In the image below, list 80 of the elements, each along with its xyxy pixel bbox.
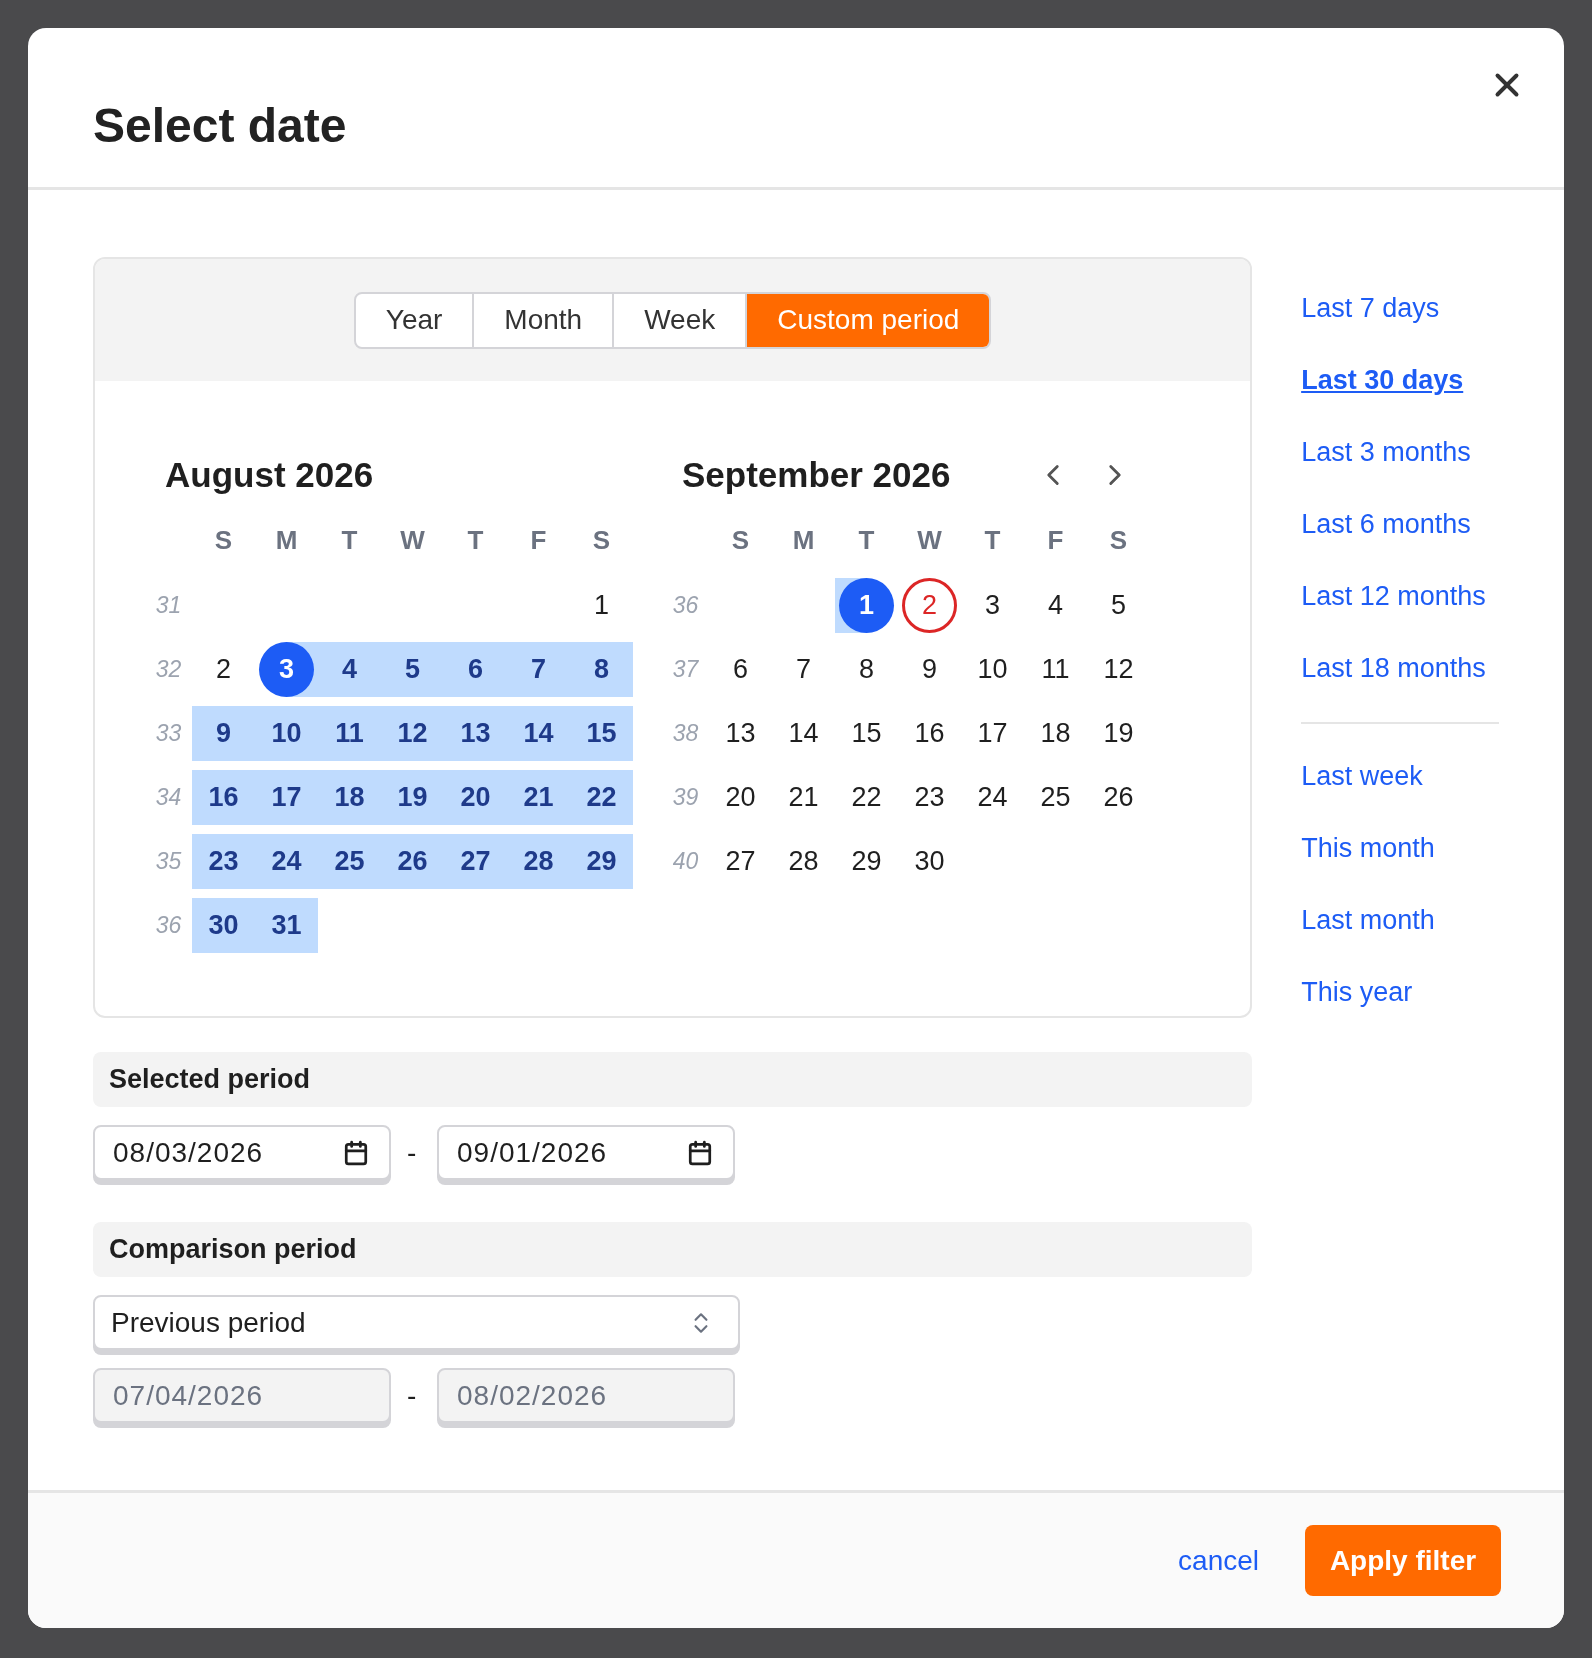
calendar-day[interactable]: 27 — [713, 833, 768, 889]
calendar-day[interactable]: 22 — [839, 769, 894, 825]
calendar-day[interactable]: 15 — [839, 705, 894, 761]
weekday-label: M — [275, 523, 298, 557]
calendar-day[interactable]: 4 — [1028, 577, 1083, 633]
weekday-label: T — [341, 523, 358, 557]
range-separator: - — [407, 1135, 418, 1170]
month-title: August 2026 — [165, 453, 374, 496]
range-separator: - — [407, 1378, 418, 1413]
week-number: 33 — [155, 718, 182, 748]
calendar-day[interactable]: 13 — [713, 705, 768, 761]
weekday-label: S — [731, 523, 750, 557]
weekday-label: F — [530, 523, 547, 557]
calendar-day[interactable]: 28 — [776, 833, 831, 889]
calendar-day[interactable]: 2 — [902, 577, 957, 633]
calendar-day[interactable]: 12 — [1091, 641, 1146, 697]
calendar-day[interactable]: 2 — [196, 641, 251, 697]
cancel-link[interactable]: cancel — [1178, 1539, 1259, 1582]
calendar-day[interactable]: 29 — [839, 833, 894, 889]
week-number: 38 — [672, 718, 699, 748]
calendar-day[interactable]: 14 — [776, 705, 831, 761]
calendar-day[interactable]: 21 — [776, 769, 831, 825]
calendar-day[interactable]: 8 — [839, 641, 894, 697]
preset-link[interactable]: Last week — [1301, 755, 1423, 797]
preset-link[interactable]: This month — [1301, 827, 1435, 869]
calendar-day[interactable]: 5 — [1091, 577, 1146, 633]
preset-link[interactable]: This year — [1301, 971, 1413, 1013]
week-number: 32 — [155, 654, 182, 684]
preset-link[interactable]: Last 30 days — [1301, 359, 1464, 401]
view-tab[interactable]: Month — [472, 293, 613, 347]
calendar-day[interactable]: 19 — [1091, 705, 1146, 761]
week-number: 36 — [672, 590, 699, 620]
calendar-day[interactable]: 6 — [713, 641, 768, 697]
weekday-label: T — [984, 523, 1001, 557]
week-number: 37 — [672, 654, 699, 684]
calendar-day[interactable]: 10 — [965, 641, 1020, 697]
preset-link[interactable]: Last 6 months — [1301, 503, 1471, 545]
calendar-day[interactable]: 20 — [713, 769, 768, 825]
calendar-icon[interactable] — [343, 1139, 369, 1166]
calendar-day[interactable]: 18 — [1028, 705, 1083, 761]
weekday-label: S — [214, 523, 233, 557]
week-number: 31 — [155, 590, 182, 620]
section-header: Comparison period — [93, 1222, 1253, 1277]
preset-link[interactable]: Last month — [1301, 899, 1435, 941]
week-number: 39 — [672, 782, 699, 812]
weekday-label: S — [592, 523, 611, 557]
calendar-day[interactable]: 1 — [839, 577, 894, 633]
weekday-label: F — [1047, 523, 1064, 557]
calendar-day[interactable]: 3 — [965, 577, 1020, 633]
weekday-label: M — [792, 523, 815, 557]
calendar-day[interactable]: 11 — [1028, 641, 1083, 697]
preset-link[interactable]: Last 7 days — [1301, 287, 1440, 329]
weekday-label: T — [467, 523, 484, 557]
week-number: 35 — [155, 846, 182, 876]
week-number: 36 — [155, 910, 182, 940]
calendar-day[interactable]: 3 — [259, 641, 314, 697]
dialog-title: Select date — [93, 98, 347, 154]
calendar-day[interactable]: 1 — [574, 577, 629, 633]
calendar-day[interactable]: 16 — [902, 705, 957, 761]
week-number: 34 — [155, 782, 182, 812]
week-number: 40 — [672, 846, 699, 876]
calendar-icon[interactable] — [687, 1139, 713, 1166]
preset-link[interactable]: Last 12 months — [1301, 575, 1486, 617]
calendar-day[interactable]: 23 — [902, 769, 957, 825]
calendar-day[interactable]: 17 — [965, 705, 1020, 761]
view-tab[interactable]: Year — [355, 293, 473, 347]
calendar-day[interactable]: 24 — [965, 769, 1020, 825]
weekday-label: T — [858, 523, 875, 557]
calendar-day[interactable]: 7 — [776, 641, 831, 697]
month-title: September 2026 — [682, 453, 951, 496]
preset-link[interactable]: Last 18 months — [1301, 647, 1486, 689]
weekday-label: W — [917, 523, 942, 557]
section-header: Selected period — [93, 1052, 1253, 1107]
calendar-day[interactable]: 9 — [902, 641, 957, 697]
weekday-label: S — [1109, 523, 1128, 557]
calendar-day[interactable]: 30 — [902, 833, 957, 889]
calendar-day[interactable]: 26 — [1091, 769, 1146, 825]
preset-link[interactable]: Last 3 months — [1301, 431, 1471, 473]
weekday-label: W — [400, 523, 425, 557]
calendar-day[interactable]: 25 — [1028, 769, 1083, 825]
